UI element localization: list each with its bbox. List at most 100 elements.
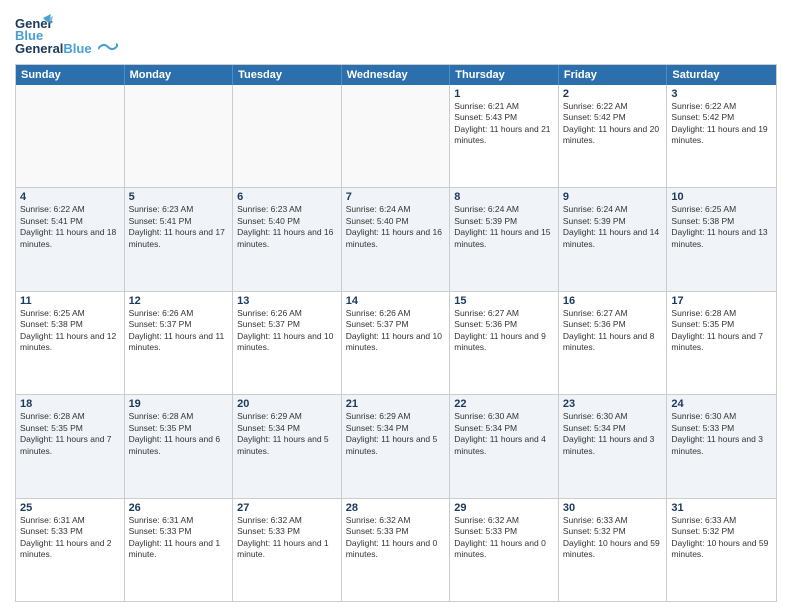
day-number: 7 (346, 191, 446, 203)
cell-info: Sunrise: 6:26 AMSunset: 5:37 PMDaylight:… (129, 308, 229, 354)
weekday-header-tuesday: Tuesday (233, 65, 342, 85)
day-cell-16: 16Sunrise: 6:27 AMSunset: 5:36 PMDayligh… (559, 292, 668, 394)
day-number: 17 (671, 295, 772, 307)
calendar-row-0: 1Sunrise: 6:21 AMSunset: 5:43 PMDaylight… (16, 85, 776, 187)
day-number: 28 (346, 502, 446, 514)
empty-cell (233, 85, 342, 187)
weekday-header-friday: Friday (559, 65, 668, 85)
day-number: 15 (454, 295, 554, 307)
weekday-header-wednesday: Wednesday (342, 65, 451, 85)
day-number: 9 (563, 191, 663, 203)
day-number: 22 (454, 398, 554, 410)
day-number: 4 (20, 191, 120, 203)
day-cell-5: 5Sunrise: 6:23 AMSunset: 5:41 PMDaylight… (125, 188, 234, 290)
cell-info: Sunrise: 6:33 AMSunset: 5:32 PMDaylight:… (563, 515, 663, 561)
cell-info: Sunrise: 6:22 AMSunset: 5:42 PMDaylight:… (563, 101, 663, 147)
cell-info: Sunrise: 6:28 AMSunset: 5:35 PMDaylight:… (671, 308, 772, 354)
page: General Blue GeneralBlue Sun (0, 0, 792, 612)
logo-bird-icon (98, 42, 118, 56)
cell-info: Sunrise: 6:28 AMSunset: 5:35 PMDaylight:… (129, 411, 229, 457)
day-number: 5 (129, 191, 229, 203)
cell-info: Sunrise: 6:30 AMSunset: 5:34 PMDaylight:… (454, 411, 554, 457)
empty-cell (342, 85, 451, 187)
day-cell-13: 13Sunrise: 6:26 AMSunset: 5:37 PMDayligh… (233, 292, 342, 394)
cell-info: Sunrise: 6:25 AMSunset: 5:38 PMDaylight:… (20, 308, 120, 354)
cell-info: Sunrise: 6:33 AMSunset: 5:32 PMDaylight:… (671, 515, 772, 561)
day-cell-26: 26Sunrise: 6:31 AMSunset: 5:33 PMDayligh… (125, 499, 234, 601)
day-cell-4: 4Sunrise: 6:22 AMSunset: 5:41 PMDaylight… (16, 188, 125, 290)
day-cell-21: 21Sunrise: 6:29 AMSunset: 5:34 PMDayligh… (342, 395, 451, 497)
calendar-row-4: 25Sunrise: 6:31 AMSunset: 5:33 PMDayligh… (16, 498, 776, 601)
cell-info: Sunrise: 6:21 AMSunset: 5:43 PMDaylight:… (454, 101, 554, 147)
cell-info: Sunrise: 6:30 AMSunset: 5:34 PMDaylight:… (563, 411, 663, 457)
cell-info: Sunrise: 6:24 AMSunset: 5:39 PMDaylight:… (563, 204, 663, 250)
weekday-header-sunday: Sunday (16, 65, 125, 85)
day-cell-6: 6Sunrise: 6:23 AMSunset: 5:40 PMDaylight… (233, 188, 342, 290)
day-number: 24 (671, 398, 772, 410)
cell-info: Sunrise: 6:26 AMSunset: 5:37 PMDaylight:… (237, 308, 337, 354)
day-cell-28: 28Sunrise: 6:32 AMSunset: 5:33 PMDayligh… (342, 499, 451, 601)
day-number: 12 (129, 295, 229, 307)
day-cell-3: 3Sunrise: 6:22 AMSunset: 5:42 PMDaylight… (667, 85, 776, 187)
logo-icon: General Blue (15, 10, 53, 48)
day-number: 2 (563, 88, 663, 100)
day-cell-25: 25Sunrise: 6:31 AMSunset: 5:33 PMDayligh… (16, 499, 125, 601)
day-number: 26 (129, 502, 229, 514)
cell-info: Sunrise: 6:31 AMSunset: 5:33 PMDaylight:… (129, 515, 229, 561)
calendar-header: SundayMondayTuesdayWednesdayThursdayFrid… (16, 65, 776, 85)
day-cell-10: 10Sunrise: 6:25 AMSunset: 5:38 PMDayligh… (667, 188, 776, 290)
cell-info: Sunrise: 6:24 AMSunset: 5:39 PMDaylight:… (454, 204, 554, 250)
calendar-row-3: 18 Sunrise: 6:28 AMSunset: 5:35 PMDayligh… (16, 394, 776, 497)
day-cell-15: 15Sunrise: 6:27 AMSunset: 5:36 PMDayligh… (450, 292, 559, 394)
day-number: 20 (237, 398, 337, 410)
cell-info: Sunrise: 6:29 AMSunset: 5:34 PMDaylight:… (237, 411, 337, 457)
day-cell-19: 19Sunrise: 6:28 AMSunset: 5:35 PMDayligh… (125, 395, 234, 497)
day-number: 27 (237, 502, 337, 514)
weekday-header-monday: Monday (125, 65, 234, 85)
empty-cell (125, 85, 234, 187)
day-number: 3 (671, 88, 772, 100)
day-number: 14 (346, 295, 446, 307)
day-cell-31: 31Sunrise: 6:33 AMSunset: 5:32 PMDayligh… (667, 499, 776, 601)
day-number: 13 (237, 295, 337, 307)
day-cell-8: 8Sunrise: 6:24 AMSunset: 5:39 PMDaylight… (450, 188, 559, 290)
day-cell-23: 23Sunrise: 6:30 AMSunset: 5:34 PMDayligh… (559, 395, 668, 497)
day-number: 6 (237, 191, 337, 203)
svg-text:Blue: Blue (15, 28, 43, 43)
day-cell-18: 18Sunrise: 6:28 AMSunset: 5:35 PMDayligh… (16, 395, 125, 497)
day-cell-12: 12Sunrise: 6:26 AMSunset: 5:37 PMDayligh… (125, 292, 234, 394)
day-number: 8 (454, 191, 554, 203)
calendar-row-1: 4Sunrise: 6:22 AMSunset: 5:41 PMDaylight… (16, 187, 776, 290)
day-cell-29: 29Sunrise: 6:32 AMSunset: 5:33 PMDayligh… (450, 499, 559, 601)
calendar-body: 1Sunrise: 6:21 AMSunset: 5:43 PMDaylight… (16, 85, 776, 601)
day-cell-22: 22Sunrise: 6:30 AMSunset: 5:34 PMDayligh… (450, 395, 559, 497)
weekday-header-thursday: Thursday (450, 65, 559, 85)
day-number: 19 (129, 398, 229, 410)
empty-cell (16, 85, 125, 187)
cell-info: Sunrise: 6:27 AMSunset: 5:36 PMDaylight:… (454, 308, 554, 354)
day-number: 25 (20, 502, 120, 514)
calendar: SundayMondayTuesdayWednesdayThursdayFrid… (15, 64, 777, 602)
day-number: 21 (346, 398, 446, 410)
day-cell-2: 2Sunrise: 6:22 AMSunset: 5:42 PMDaylight… (559, 85, 668, 187)
day-cell-20: 20Sunrise: 6:29 AMSunset: 5:34 PMDayligh… (233, 395, 342, 497)
logo: General Blue GeneralBlue (15, 10, 118, 58)
day-number: 1 (454, 88, 554, 100)
cell-info: Sunrise: 6:24 AMSunset: 5:40 PMDaylight:… (346, 204, 446, 250)
day-cell-1: 1Sunrise: 6:21 AMSunset: 5:43 PMDaylight… (450, 85, 559, 187)
day-number: 10 (671, 191, 772, 203)
cell-info: Sunrise: 6:26 AMSunset: 5:37 PMDaylight:… (346, 308, 446, 354)
day-cell-24: 24Sunrise: 6:30 AMSunset: 5:33 PMDayligh… (667, 395, 776, 497)
cell-info: Sunrise: 6:31 AMSunset: 5:33 PMDaylight:… (20, 515, 120, 561)
day-number: 18 (20, 398, 120, 410)
day-cell-9: 9Sunrise: 6:24 AMSunset: 5:39 PMDaylight… (559, 188, 668, 290)
day-cell-14: 14Sunrise: 6:26 AMSunset: 5:37 PMDayligh… (342, 292, 451, 394)
cell-info: Sunrise: 6:25 AMSunset: 5:38 PMDaylight:… (671, 204, 772, 250)
day-number: 31 (671, 502, 772, 514)
logo-blue: Blue (63, 41, 91, 56)
day-cell-27: 27Sunrise: 6:32 AMSunset: 5:33 PMDayligh… (233, 499, 342, 601)
day-number: 16 (563, 295, 663, 307)
day-number: 29 (454, 502, 554, 514)
day-number: 11 (20, 295, 120, 307)
header: General Blue GeneralBlue (15, 10, 777, 58)
